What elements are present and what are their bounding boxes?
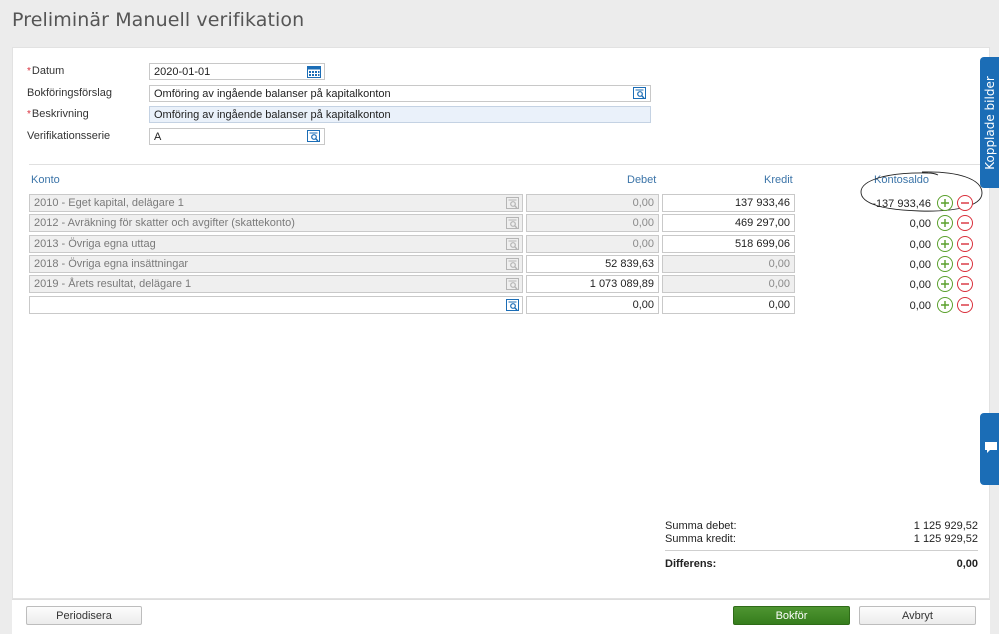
debet-cell[interactable]: 52 839,63 (526, 255, 659, 273)
verifikationsserie-label: Verifikationsserie (27, 130, 111, 142)
add-row-button[interactable] (937, 297, 953, 313)
kontosaldo-value: 0,00 (909, 279, 931, 291)
plus-icon (941, 240, 949, 248)
lookup-icon[interactable] (307, 130, 321, 143)
kredit-cell[interactable]: 469 297,00 (662, 214, 795, 232)
datum-value: 2020-01-01 (154, 66, 211, 78)
minus-icon (961, 222, 969, 224)
required-mark: * (27, 109, 31, 120)
plus-icon (941, 219, 949, 227)
remove-row-button[interactable] (957, 236, 973, 252)
required-mark: * (27, 66, 31, 77)
remove-row-button[interactable] (957, 276, 973, 292)
plus-icon (941, 260, 949, 268)
plus-icon (941, 280, 949, 288)
minus-icon (961, 243, 969, 245)
kredit-cell: 0,00 (662, 255, 795, 273)
remove-row-button[interactable] (957, 195, 973, 211)
minus-icon (961, 283, 969, 285)
remove-row-button[interactable] (957, 215, 973, 231)
konto-cell[interactable]: 2018 - Övriga egna insättningar (29, 255, 523, 273)
add-row-button[interactable] (937, 236, 953, 252)
konto-cell[interactable]: 2012 - Avräkning för skatter och avgifte… (29, 214, 523, 232)
differens-label: Differens: (665, 558, 717, 570)
kredit-cell: 0,00 (662, 275, 795, 293)
differens-value: 0,00 (956, 558, 978, 570)
kontosaldo-value: 0,00 (909, 239, 931, 251)
lookup-icon[interactable] (633, 87, 647, 100)
bokforingsforslag-value: Omföring av ingående balanser på kapital… (154, 88, 391, 100)
konto-cell[interactable] (29, 296, 523, 314)
minus-icon (961, 304, 969, 306)
kredit-cell[interactable]: 137 933,46 (662, 194, 795, 212)
verifikationsserie-value: A (154, 131, 162, 143)
page-title: Preliminär Manuell verifikation (12, 9, 305, 31)
bokforingsforslag-label: Bokföringsförslag (27, 87, 112, 99)
kontosaldo-value: 0,00 (909, 259, 931, 271)
datum-label: *Datum (27, 65, 64, 77)
lookup-icon[interactable] (506, 299, 520, 312)
kredit-cell[interactable]: 518 699,06 (662, 235, 795, 253)
beskrivning-label: *Beskrivning (27, 108, 89, 120)
kontosaldo-value: 0,00 (909, 218, 931, 230)
add-row-button[interactable] (937, 215, 953, 231)
debet-cell[interactable]: 0,00 (526, 296, 659, 314)
minus-icon (961, 263, 969, 265)
debet-cell: 0,00 (526, 214, 659, 232)
kopplade-bilder-label: Kopplade bilder (982, 75, 997, 170)
lookup-icon (506, 217, 519, 229)
datum-label-text: Datum (31, 65, 65, 77)
konto-cell[interactable]: 2019 - Årets resultat, delägare 1 (29, 275, 523, 293)
remove-row-button[interactable] (957, 256, 973, 272)
konto-value: 2010 - Eget kapital, delägare 1 (34, 197, 184, 209)
summa-kredit-value: 1 125 929,52 (913, 533, 978, 545)
konto-value: 2018 - Övriga egna insättningar (34, 258, 189, 270)
konto-value: 2012 - Avräkning för skatter och avgifte… (34, 217, 295, 229)
bokfor-button[interactable]: Bokför (733, 606, 850, 625)
kopplade-bilder-tab[interactable]: Kopplade bilder (980, 57, 999, 188)
beskrivning-label-text: Beskrivning (31, 108, 89, 120)
plus-icon (941, 301, 949, 309)
datum-input[interactable]: 2020-01-01 (149, 63, 325, 80)
debet-cell[interactable]: 1 073 089,89 (526, 275, 659, 293)
chat-icon (985, 442, 997, 453)
lookup-icon (506, 238, 519, 250)
section-divider (29, 164, 990, 165)
col-header-debet[interactable]: Debet (627, 174, 656, 186)
add-row-button[interactable] (937, 195, 953, 211)
lookup-icon (506, 258, 519, 270)
summa-kredit-label: Summa kredit: (665, 533, 736, 545)
kontosaldo-value: -137 933,46 (872, 198, 931, 210)
summa-debet-label: Summa debet: (665, 520, 737, 532)
kredit-cell[interactable]: 0,00 (662, 296, 795, 314)
debet-cell: 0,00 (526, 235, 659, 253)
chat-tab[interactable] (980, 413, 999, 485)
bokforingsforslag-input[interactable]: Omföring av ingående balanser på kapital… (149, 85, 651, 102)
footer-bar: Periodisera Bokför Avbryt (12, 599, 990, 634)
periodisera-button[interactable]: Periodisera (26, 606, 142, 625)
verification-panel: *Datum 2020-01-01 Bokföringsförslag Omfö… (12, 47, 990, 599)
konto-value: 2019 - Årets resultat, delägare 1 (34, 278, 192, 290)
beskrivning-input[interactable]: Omföring av ingående balanser på kapital… (149, 106, 651, 123)
calendar-icon[interactable] (307, 65, 321, 78)
plus-icon (941, 199, 949, 207)
remove-row-button[interactable] (957, 297, 973, 313)
konto-cell[interactable]: 2010 - Eget kapital, delägare 1 (29, 194, 523, 212)
verifikationsserie-input[interactable]: A (149, 128, 325, 145)
add-row-button[interactable] (937, 256, 953, 272)
avbryt-button[interactable]: Avbryt (859, 606, 976, 625)
debet-cell: 0,00 (526, 194, 659, 212)
konto-cell[interactable]: 2013 - Övriga egna uttag (29, 235, 523, 253)
minus-icon (961, 202, 969, 204)
kontosaldo-value: 0,00 (909, 300, 931, 312)
summary-divider (665, 550, 978, 551)
summa-debet-value: 1 125 929,52 (913, 520, 978, 532)
add-row-button[interactable] (937, 276, 953, 292)
lookup-icon (506, 197, 519, 209)
beskrivning-value: Omföring av ingående balanser på kapital… (154, 109, 391, 121)
col-header-konto[interactable]: Konto (31, 174, 60, 186)
konto-value: 2013 - Övriga egna uttag (34, 238, 156, 250)
col-header-kredit[interactable]: Kredit (764, 174, 793, 186)
lookup-icon (506, 278, 519, 290)
